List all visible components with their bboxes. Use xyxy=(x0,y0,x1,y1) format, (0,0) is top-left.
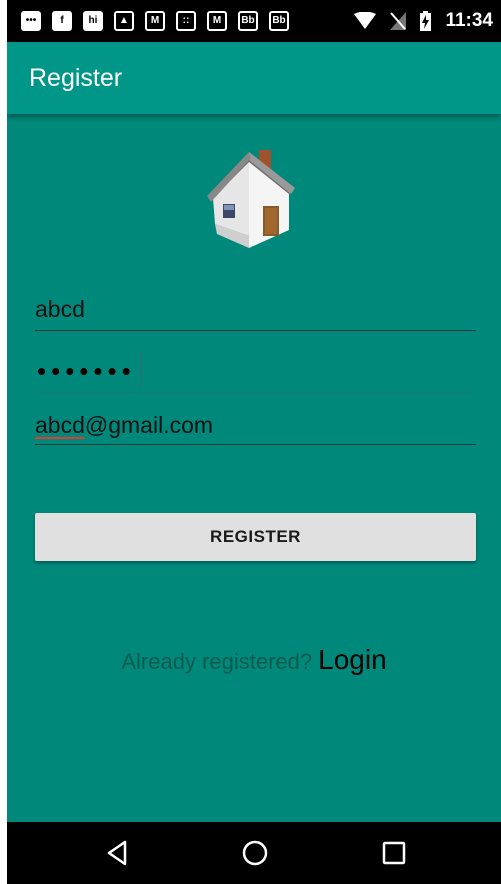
clock: 11:34 xyxy=(445,10,493,31)
password-field[interactable]: ••••••• xyxy=(35,352,476,393)
gmail-icon: M xyxy=(145,11,165,31)
home-icon[interactable] xyxy=(238,836,272,870)
recent-apps-icon[interactable] xyxy=(377,836,411,870)
blackboard-icon: Bb xyxy=(238,11,258,31)
password-mask: ••••••• xyxy=(37,356,136,386)
email-domain: @gmail.com xyxy=(84,412,214,438)
page-title: Register xyxy=(29,64,123,92)
chat-icon: ••• xyxy=(21,11,41,31)
phone-screen: ••• f hi ▲ M :: M Bb Bb 11:34 Register a… xyxy=(7,0,501,884)
login-row: Already registered? Login xyxy=(7,644,501,676)
battery-charging-icon xyxy=(420,11,432,31)
login-prompt: Already registered? xyxy=(121,649,313,674)
username-value: abcd xyxy=(35,296,85,322)
facebook-icon: f xyxy=(52,11,72,31)
username-field[interactable]: abcd xyxy=(35,292,476,331)
image-icon: ▲ xyxy=(114,11,134,31)
status-bar: ••• f hi ▲ M :: M Bb Bb 11:34 xyxy=(7,0,501,42)
login-link[interactable]: Login xyxy=(318,644,387,675)
register-button[interactable]: REGISTER xyxy=(35,513,476,561)
back-icon[interactable] xyxy=(101,836,135,870)
navigation-bar xyxy=(7,822,501,884)
spellcheck-word: abcd xyxy=(35,412,85,438)
register-form: abcd ••••••• abcd@gmail.com REGISTER Alr… xyxy=(7,114,501,822)
app-bar: Register xyxy=(7,42,501,114)
email-field[interactable]: abcd@gmail.com xyxy=(35,406,476,445)
wifi-icon xyxy=(354,12,377,29)
gmail-icon: M xyxy=(207,11,227,31)
no-signal-icon xyxy=(390,12,407,30)
blackboard-icon: Bb xyxy=(269,11,289,31)
house-icon xyxy=(207,150,295,248)
calculator-icon: :: xyxy=(176,11,196,31)
email-value: abcd@gmail.com xyxy=(35,412,213,439)
text-cursor xyxy=(140,352,142,388)
system-status: 11:34 xyxy=(354,0,493,42)
hi-icon: hi xyxy=(83,11,103,31)
notification-icons: ••• f hi ▲ M :: M Bb Bb xyxy=(21,11,289,31)
